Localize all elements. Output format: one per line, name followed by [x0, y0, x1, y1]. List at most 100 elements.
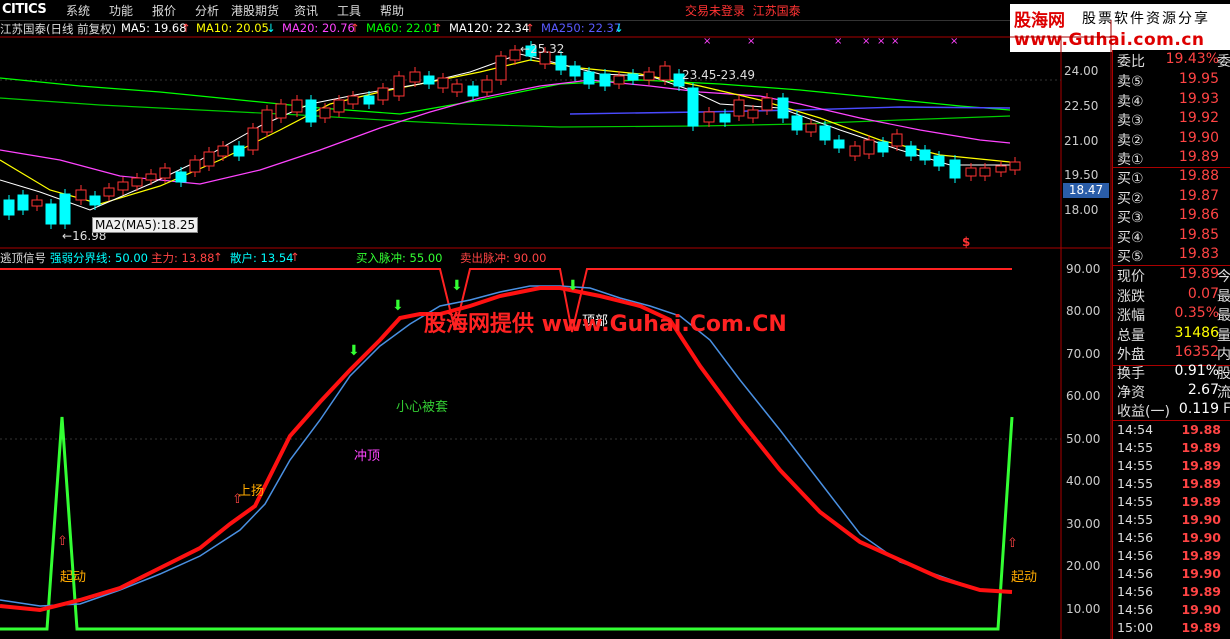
- candle: [175, 171, 187, 183]
- candle: [145, 173, 157, 181]
- bids-row: 买② 19.87: [1117, 188, 1230, 208]
- bids-row: 买⑤ 19.83: [1117, 246, 1230, 266]
- candle: [319, 107, 331, 119]
- bids-row: 买③ 19.86: [1117, 207, 1230, 227]
- retail-label: 散户: 13.54: [230, 251, 294, 265]
- tick-price: 19.89: [1181, 620, 1221, 635]
- stats-tail: 内: [1217, 347, 1230, 363]
- asks-value: 19.92: [1178, 110, 1219, 126]
- tick-price: 19.89: [1181, 476, 1221, 491]
- candle: [761, 97, 773, 111]
- bids-name: 买①: [1117, 171, 1144, 187]
- stats2-tail: F: [1222, 401, 1230, 417]
- bids-value: 19.85: [1178, 226, 1219, 243]
- bids-row: 买④ 19.85: [1117, 227, 1230, 247]
- tick-price: 19.90: [1181, 566, 1221, 581]
- candle: [583, 71, 595, 85]
- up-arrow-icon: ↑: [290, 250, 300, 264]
- asks-name: 卖⑤: [1117, 74, 1144, 90]
- tick-price: 19.90: [1181, 530, 1221, 545]
- candle: [275, 103, 287, 119]
- tick-time: 14:55: [1117, 458, 1154, 473]
- candle: [31, 199, 43, 207]
- candle: [233, 145, 245, 157]
- y-tick: 50.00: [1066, 432, 1101, 446]
- tick-price: 19.89: [1181, 584, 1221, 599]
- candle: [409, 71, 421, 83]
- stats2-tail: 流: [1217, 385, 1230, 401]
- tick-row: 14:56 19.89: [1117, 548, 1230, 566]
- high-label: ←25.32: [520, 42, 565, 56]
- candle: [719, 113, 731, 123]
- y-tick: 19.50: [1064, 168, 1099, 182]
- candle: [949, 159, 961, 179]
- up-arrow-icon: ↑: [213, 250, 223, 264]
- asks-row: 卖⑤ 19.95: [1117, 71, 1230, 91]
- tick-price: 19.89: [1181, 458, 1221, 473]
- rush-label: 冲顶: [354, 449, 381, 464]
- y-tick: 60.00: [1066, 389, 1101, 403]
- bids-value: 19.87: [1178, 187, 1219, 204]
- candle: [451, 83, 463, 93]
- candle: [247, 127, 259, 151]
- x-mark: ×: [862, 36, 870, 47]
- stats2-row: 收益(一) 0.119 F: [1117, 401, 1230, 421]
- tick-row: 14:56 19.89: [1117, 584, 1230, 602]
- asks-value: 19.93: [1178, 90, 1219, 107]
- candle: [1009, 161, 1021, 171]
- tick-time: 14:55: [1117, 476, 1154, 491]
- candle: [103, 187, 115, 197]
- stats2-row: 换手 0.91% 股: [1117, 363, 1230, 383]
- y-tick: 24.00: [1064, 64, 1099, 78]
- bids-value: 19.83: [1178, 246, 1219, 262]
- bids-value: 19.86: [1178, 207, 1219, 223]
- candle: [733, 99, 745, 117]
- tick-time: 15:00: [1117, 620, 1154, 635]
- stats-tail: 今: [1217, 269, 1230, 285]
- candle: [891, 133, 903, 147]
- up-arrow-icon: ⇧: [57, 534, 68, 549]
- candle: [59, 193, 71, 225]
- x-mark: ×: [950, 36, 958, 47]
- caution-label: 小心被套: [396, 400, 449, 415]
- tick-time: 14:55: [1117, 494, 1154, 509]
- ma120-line: [0, 97, 1011, 128]
- asks-value: 19.95: [1178, 71, 1219, 87]
- bids-row: 买① 19.88: [1117, 168, 1230, 188]
- tick-time: 14:56: [1117, 584, 1154, 599]
- bids-name: 买④: [1117, 229, 1144, 246]
- candle: [159, 167, 171, 179]
- asks-row: 卖④ 19.93: [1117, 91, 1230, 111]
- asks-value: 19.89: [1178, 149, 1219, 165]
- bids-name: 买②: [1117, 190, 1144, 207]
- candle: [377, 87, 389, 101]
- stats-tail: 量: [1217, 327, 1230, 344]
- candle: [919, 149, 931, 161]
- y-tick: 40.00: [1066, 474, 1101, 488]
- range-label: 23.45-23.49: [682, 68, 756, 82]
- main-force-label: 主力: 13.88: [151, 251, 215, 265]
- stats2-name: 收益(一): [1117, 404, 1170, 420]
- candle: [363, 95, 375, 105]
- candle: [467, 85, 479, 97]
- candle: [347, 95, 359, 105]
- bids-name: 买⑤: [1117, 249, 1144, 265]
- x-mark: ×: [703, 36, 711, 47]
- candle: [933, 155, 945, 167]
- y-tick: 80.00: [1066, 304, 1101, 318]
- stats-row: 外盘 16352 内: [1117, 344, 1230, 364]
- asks-name: 卖③: [1117, 113, 1144, 129]
- stats-name: 涨幅: [1117, 308, 1145, 324]
- stats-row: 涨跌 0.07 最: [1117, 286, 1230, 306]
- y-tick: 20.00: [1066, 559, 1101, 573]
- candle: [3, 199, 15, 216]
- down-arrow-icon: ⬇: [567, 278, 579, 294]
- tick-price: 19.89: [1181, 440, 1221, 455]
- asks-value: 19.90: [1178, 129, 1219, 146]
- candle: [555, 55, 567, 71]
- candle: [995, 165, 1007, 173]
- y-tick: 22.50: [1064, 99, 1099, 113]
- tick-time: 14:56: [1117, 602, 1154, 617]
- candle: [45, 203, 57, 225]
- stats-row: 涨幅 0.35% 最: [1117, 305, 1230, 325]
